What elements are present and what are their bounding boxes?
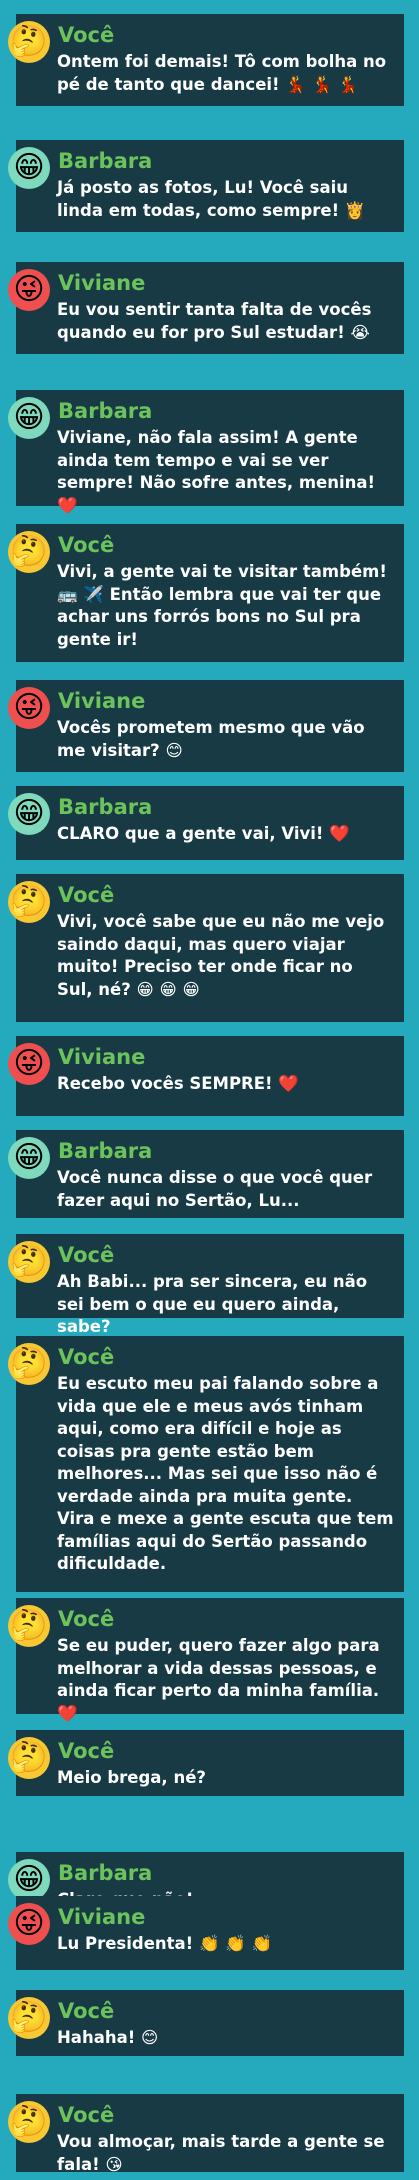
- message-bubble: 🤔 Você Vivi, a gente vai te visitar tamb…: [8, 524, 404, 662]
- sender-name: Você: [58, 1345, 115, 1369]
- tongue-wink-face-icon: 😜: [8, 1903, 50, 1945]
- grinning-face-icon: 😁: [8, 793, 50, 835]
- thinking-face-icon: 🤔: [8, 1343, 50, 1385]
- sender-name: Viviane: [58, 1045, 146, 1069]
- tongue-wink-face-icon: 😜: [8, 687, 50, 729]
- message-bubble: 😁 Barbara CLARO que a gente vai, Vivi! ❤…: [8, 786, 404, 860]
- message-bubble: 😜 Viviane Eu vou sentir tanta falta de v…: [8, 262, 404, 354]
- sender-name: Barbara: [58, 1139, 153, 1163]
- tongue-wink-face-icon: 😜: [8, 1043, 50, 1085]
- message-text: Eu vou sentir tanta falta de vocês quand…: [57, 300, 372, 342]
- message-text: Já posto as fotos, Lu! Você saiu linda e…: [57, 178, 366, 220]
- thinking-face-icon: 🤔: [8, 881, 50, 923]
- grinning-face-icon: 😁: [8, 1137, 50, 1179]
- message-text: Lu Presidenta! 👏 👏 👏: [57, 1934, 273, 1953]
- message-text: Vivi, você sabe que eu não me vejo saind…: [57, 912, 385, 999]
- sender-name: Você: [58, 1243, 115, 1267]
- sender-name: Você: [58, 883, 115, 907]
- message-bubble: 😜 Viviane Recebo vocês SEMPRE! ❤️: [8, 1036, 404, 1116]
- message-bubble: 😜 Viviane Vocês prometem mesmo que vão m…: [8, 680, 404, 772]
- message-bubble: 🤔 Você Ontem foi demais! Tô com bolha no…: [8, 14, 404, 106]
- message-text: Meio brega, né?: [57, 1768, 206, 1787]
- sender-name: Barbara: [58, 1861, 153, 1885]
- grinning-face-icon: 😁: [8, 1859, 50, 1901]
- sender-name: Você: [58, 2103, 115, 2127]
- sender-name: Viviane: [58, 271, 146, 295]
- sender-name: Viviane: [58, 1905, 146, 1929]
- message-bubble: 🤔 Você Eu escuto meu pai falando sobre a…: [8, 1336, 404, 1592]
- thinking-face-icon: 🤔: [8, 1241, 50, 1283]
- message-text: Ontem foi demais! Tô com bolha no pé de …: [57, 52, 387, 94]
- sender-name: Viviane: [58, 689, 146, 713]
- message-text: Se eu puder, quero fazer algo para melho…: [57, 1636, 380, 1723]
- message-text: Vocês prometem mesmo que vão me visitar?…: [57, 718, 365, 760]
- sender-name: Barbara: [58, 795, 153, 819]
- sender-name: Você: [58, 1607, 115, 1631]
- thinking-face-icon: 🤔: [8, 1737, 50, 1779]
- message-bubble: 😁 Barbara Já posto as fotos, Lu! Você sa…: [8, 140, 404, 232]
- thinking-face-icon: 🤔: [8, 531, 50, 573]
- message-text: Viviane, não fala assim! A gente ainda t…: [57, 428, 376, 515]
- thinking-face-icon: 🤔: [8, 1605, 50, 1647]
- message-text: Hahaha! 😊: [57, 2028, 159, 2047]
- thinking-face-icon: 🤔: [8, 21, 50, 63]
- message-text: Recebo vocês SEMPRE! ❤️: [57, 1074, 299, 1093]
- chat-thread: 🤔 Você Ontem foi demais! Tô com bolha no…: [0, 0, 419, 2180]
- thinking-face-icon: 🤔: [8, 2101, 50, 2143]
- message-bubble: 🤔 Você Se eu puder, quero fazer algo par…: [8, 1598, 404, 1723]
- sender-name: Barbara: [58, 399, 153, 423]
- message-text: Ah Babi... pra ser sincera, eu não sei b…: [57, 1272, 368, 1336]
- sender-name: Você: [58, 533, 115, 557]
- message-bubble: 🤔 Você Meio brega, né?: [8, 1730, 404, 1796]
- message-bubble: 🤔 Você Vou almoçar, mais tarde a gente s…: [8, 2094, 404, 2174]
- grinning-face-icon: 😁: [8, 397, 50, 439]
- tongue-wink-face-icon: 😜: [8, 269, 50, 311]
- sender-name: Barbara: [58, 149, 153, 173]
- thinking-face-icon: 🤔: [8, 1997, 50, 2039]
- message-bubble: 🤔 Você Vivi, você sabe que eu não me vej…: [8, 874, 404, 1022]
- message-text: Você nunca disse o que você quer fazer a…: [57, 1168, 373, 1210]
- message-text: Vou almoçar, mais tarde a gente se fala!…: [57, 2132, 385, 2174]
- message-bubble: 😁 Barbara Viviane, não fala assim! A gen…: [8, 390, 404, 515]
- message-text: CLARO que a gente vai, Vivi! ❤️: [57, 824, 350, 843]
- sender-name: Você: [58, 1739, 115, 1763]
- grinning-face-icon: 😁: [8, 147, 50, 189]
- sender-name: Você: [58, 23, 115, 47]
- message-bubble: 😁 Barbara Você nunca disse o que você qu…: [8, 1130, 404, 1218]
- message-bubble: 🤔 Você Hahaha! 😊: [8, 1990, 404, 2056]
- message-text: Vivi, a gente vai te visitar também! 🚌 ✈…: [57, 562, 387, 649]
- message-text: Eu escuto meu pai falando sobre a vida q…: [57, 1374, 394, 1573]
- sender-name: Você: [58, 1999, 115, 2023]
- message-bubble: 🤔 Você Ah Babi... pra ser sincera, eu nã…: [8, 1234, 404, 1336]
- message-bubble: 😜 Viviane Lu Presidenta! 👏 👏 👏: [8, 1896, 404, 1970]
